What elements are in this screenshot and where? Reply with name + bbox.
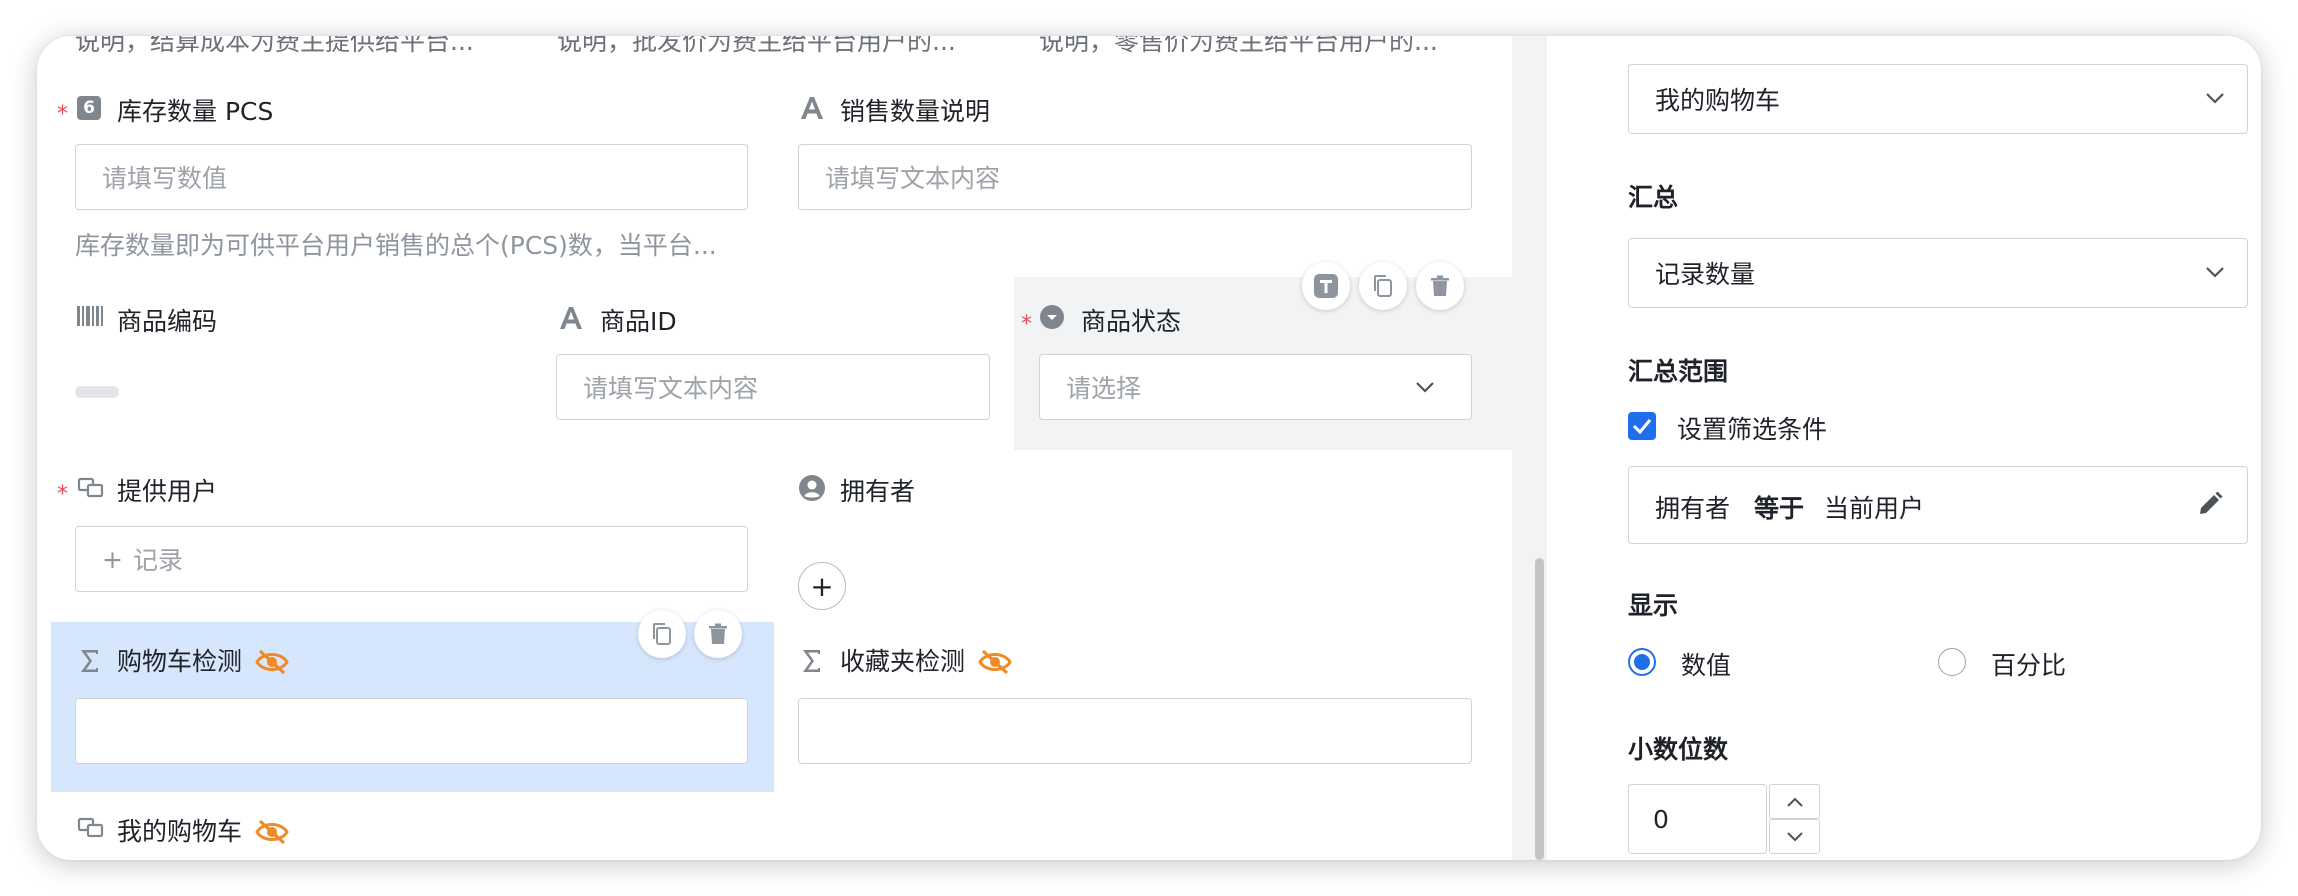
pencil-icon[interactable] (2197, 491, 2223, 517)
product-status-placeholder: 请选择 (1066, 374, 1142, 403)
filter-value: 当前用户 (1824, 494, 1925, 523)
display-option-value-label: 数值 (1681, 651, 1732, 680)
user-icon (799, 475, 825, 501)
number-icon: 6 (77, 96, 101, 120)
chevron-down-icon (2206, 93, 2224, 104)
product-code-label: 商品编码 (117, 307, 218, 336)
text-format-icon (1314, 274, 1338, 298)
helper-text-cost: 说明，结算成本为费主提供给平台... (75, 36, 474, 56)
sales-desc-placeholder: 请填写文本内容 (825, 164, 1001, 193)
app-window: 说明，结算成本为费主提供给平台... 说明，批发价为费主给平台用户的... 说明… (37, 36, 2261, 860)
sales-desc-label: 销售数量说明 (840, 97, 991, 126)
summary-select[interactable]: 记录数量 (1628, 238, 2248, 308)
trash-icon (709, 623, 727, 644)
sales-desc-input[interactable]: 请填写文本内容 (798, 144, 1472, 210)
text-format-button[interactable] (1302, 262, 1350, 310)
required-mark: * (57, 102, 68, 127)
display-radio-percent[interactable] (1938, 648, 1966, 676)
chevron-down-icon (1786, 831, 1803, 841)
trash-icon (1431, 275, 1449, 296)
display-option-percent-label: 百分比 (1991, 651, 2067, 680)
provider-add-record-button[interactable]: + 记录 (75, 526, 748, 592)
product-code-empty-value (75, 386, 119, 398)
product-id-placeholder: 请填写文本内容 (583, 374, 759, 403)
summary-range-title: 汇总范围 (1628, 357, 1729, 386)
summary-value: 记录数量 (1655, 260, 1756, 289)
check-icon (1632, 419, 1652, 434)
stock-hint: 库存数量即为可供平台用户销售的总个(PCS)数，当平台... (75, 231, 717, 260)
chevron-down-icon (2206, 267, 2224, 278)
delete-field-button[interactable] (1416, 262, 1464, 310)
field-settings-panel: 我的购物车 汇总 记录数量 汇总范围 设置筛选条件 拥有者 等于 当前用户 显示… (1547, 36, 2261, 860)
filter-field: 拥有者 (1655, 494, 1731, 523)
decimals-input[interactable]: 0 (1628, 784, 1767, 854)
my-cart-label: 我的购物车 (117, 817, 243, 846)
product-id-label: 商品ID (600, 307, 677, 336)
stock-label: 库存数量 PCS (117, 97, 274, 126)
link-record-icon (77, 477, 104, 498)
sigma-icon (81, 650, 98, 672)
eye-off-icon (255, 819, 289, 845)
cart-check-label: 购物车检测 (117, 647, 243, 676)
plus-icon: + (810, 569, 834, 603)
copy-field-button[interactable] (1359, 262, 1407, 310)
owner-label: 拥有者 (840, 477, 916, 506)
required-mark: * (1021, 312, 1032, 337)
decimals-increment-button[interactable] (1769, 784, 1820, 819)
text-icon (560, 307, 582, 329)
chevron-up-icon (1786, 797, 1803, 807)
eye-off-icon (255, 649, 289, 675)
decimals-title: 小数位数 (1628, 735, 1729, 764)
copy-icon (653, 623, 671, 645)
link-table-value: 我的购物车 (1655, 86, 1781, 115)
text-icon (801, 97, 823, 119)
sigma-icon (803, 650, 820, 672)
chevron-down-icon (1416, 382, 1434, 393)
copy-icon (1374, 275, 1392, 297)
filter-checkbox-label: 设置筛选条件 (1677, 415, 1828, 444)
stock-placeholder: 请填写数值 (102, 164, 228, 193)
summary-title: 汇总 (1628, 183, 1679, 212)
helper-text-retail: 说明，零售价为费主给平台用户的... (1039, 36, 1438, 56)
stock-input[interactable]: 请填写数值 (75, 144, 748, 210)
cart-check-input[interactable] (75, 698, 748, 764)
provider-label: 提供用户 (117, 477, 218, 506)
link-record-icon (77, 817, 104, 838)
plus-icon: + (102, 544, 123, 574)
dropdown-icon (1040, 305, 1064, 329)
favorite-check-label: 收藏夹检测 (840, 647, 966, 676)
helper-text-wholesale: 说明，批发价为费主给平台用户的... (557, 36, 956, 56)
provider-placeholder: 记录 (132, 546, 183, 575)
filter-checkbox[interactable] (1628, 412, 1656, 440)
filter-operator: 等于 (1754, 494, 1805, 523)
barcode-icon (77, 306, 103, 326)
display-title: 显示 (1628, 591, 1679, 620)
copy-field-button[interactable] (638, 610, 686, 658)
decimals-value: 0 (1653, 804, 1669, 834)
product-status-select[interactable]: 请选择 (1039, 354, 1472, 420)
owner-add-button[interactable]: + (798, 562, 846, 610)
product-id-input[interactable]: 请填写文本内容 (556, 354, 990, 420)
link-table-select[interactable]: 我的购物车 (1628, 64, 2248, 134)
decimals-decrement-button[interactable] (1769, 819, 1820, 854)
required-mark: * (57, 482, 68, 507)
form-scrollbar-thumb[interactable] (1535, 558, 1544, 860)
favorite-check-input[interactable] (798, 698, 1472, 764)
eye-off-icon (978, 649, 1012, 675)
delete-field-button[interactable] (694, 610, 742, 658)
filter-condition-box[interactable]: 拥有者 等于 当前用户 (1628, 466, 2248, 544)
form-canvas: 说明，结算成本为费主提供给平台... 说明，批发价为费主给平台用户的... 说明… (37, 36, 1512, 860)
display-radio-value[interactable] (1628, 648, 1656, 676)
product-status-label: 商品状态 (1081, 307, 1182, 336)
